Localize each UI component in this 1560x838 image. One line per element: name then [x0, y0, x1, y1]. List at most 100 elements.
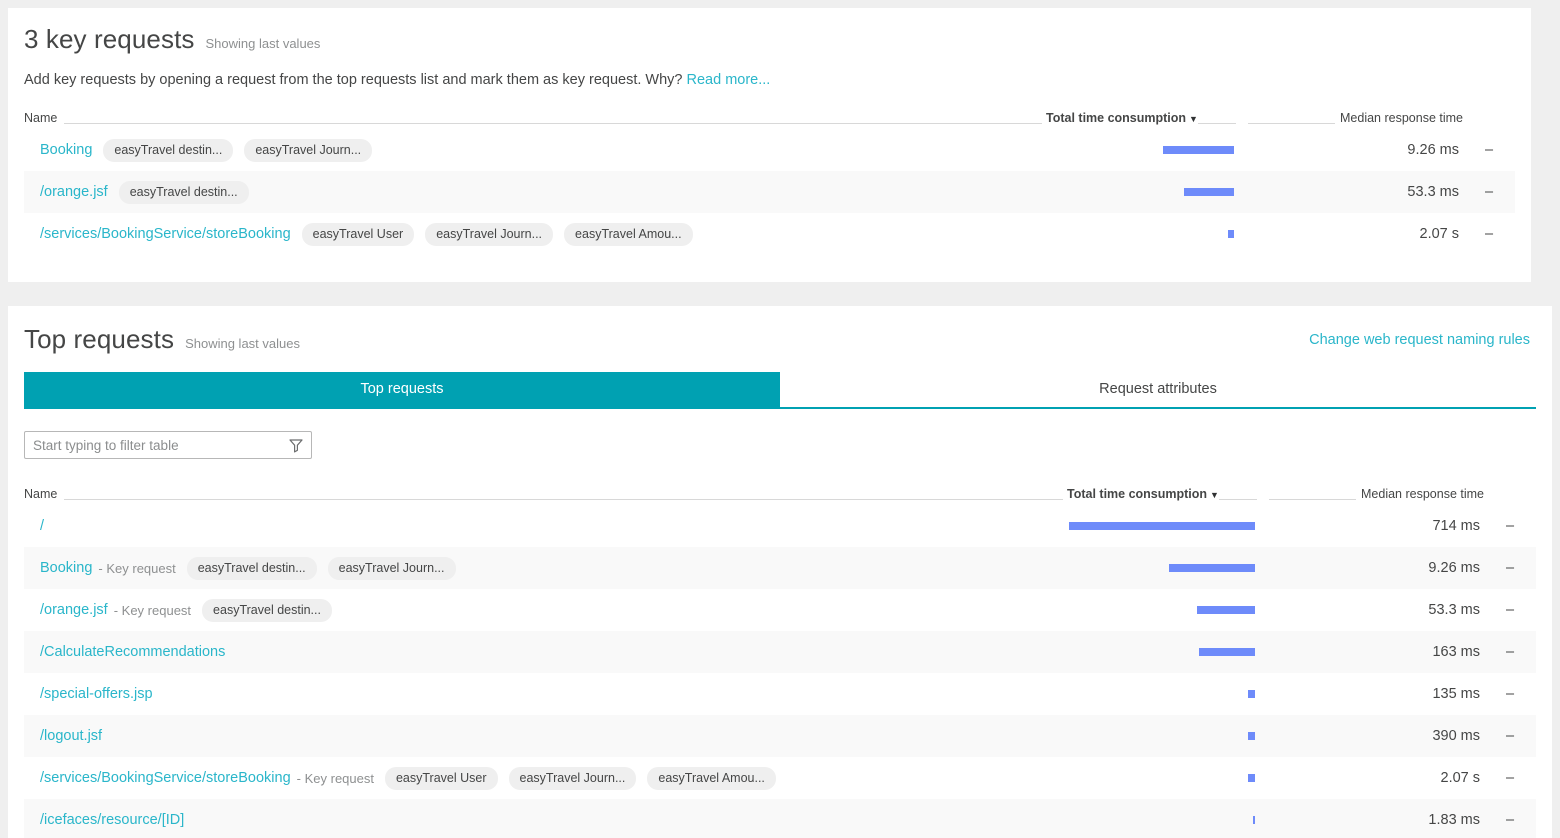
request-name-link[interactable]: /orange.jsf	[40, 184, 108, 200]
total-time-bar-track	[1046, 213, 1246, 255]
table-row[interactable]: /services/BookingService/storeBooking eas…	[24, 213, 1515, 255]
tab-request-attributes[interactable]: Request attributes	[780, 372, 1536, 409]
request-attribute-tag[interactable]: easyTravel User	[384, 766, 498, 790]
request-name-line: /logout.jsf	[40, 728, 1067, 744]
extra-value-cell: –	[1484, 142, 1494, 158]
top-requests-table-wrap: Name Total time consumption ▼ Median resp…	[8, 481, 1552, 838]
request-name-link[interactable]: Booking	[40, 560, 92, 576]
request-name-link[interactable]: /services/BookingService/storeBooking	[40, 226, 291, 242]
request-name-cell: /orange.jsf - Key request easyTravel desti…	[24, 589, 1067, 631]
total-time-bar	[1247, 690, 1255, 698]
col-header-name[interactable]: Name	[24, 105, 1046, 129]
request-name-cell: /	[24, 505, 1067, 547]
table-row[interactable]: /orange.jsf easyTravel destin... 53.3 ms –	[24, 171, 1515, 213]
table-row[interactable]: /services/BookingService/storeBooking - K…	[24, 757, 1536, 799]
request-name-line: Booking easyTravel destin... easyTravel Jo…	[40, 138, 1046, 162]
request-name-link[interactable]: /logout.jsf	[40, 728, 102, 744]
request-name-line: /icefaces/resource/[ID]	[40, 812, 1067, 828]
header-rule	[1269, 499, 1356, 500]
request-name-link[interactable]: /orange.jsf	[40, 602, 108, 618]
tab-top-requests[interactable]: Top requests	[24, 372, 780, 409]
table-row[interactable]: / 714 ms –	[24, 505, 1536, 547]
extra-value-cell: –	[1505, 602, 1515, 618]
filter-table-field[interactable]	[24, 431, 312, 459]
total-time-cell	[1046, 171, 1246, 213]
table-row[interactable]: /icefaces/resource/[ID] 1.83 ms –	[24, 799, 1536, 838]
request-name-line: Booking - Key request easyTravel destin...…	[40, 556, 1067, 580]
median-response-time-cell: 1.83 ms	[1428, 812, 1480, 828]
median-response-time-cell: 53.3 ms	[1407, 184, 1459, 200]
request-attribute-tag[interactable]: easyTravel Amou...	[647, 766, 776, 790]
col-header-median[interactable]: Median response time	[1267, 481, 1484, 505]
request-attribute-tag[interactable]: easyTravel destin...	[202, 598, 332, 622]
request-attribute-tag[interactable]: easyTravel Journ...	[508, 766, 637, 790]
key-request-flag: - Key request	[98, 560, 176, 576]
filter-table-input[interactable]	[25, 432, 311, 458]
total-time-cell	[1067, 589, 1267, 631]
request-name-line: /CalculateRecommendations	[40, 644, 1067, 660]
key-requests-table: Name Total time consumption ▼ Median resp…	[24, 105, 1515, 255]
median-response-time-cell: 390 ms	[1432, 728, 1480, 744]
col-header-median[interactable]: Median response time	[1246, 105, 1463, 129]
page-root: 3 key requests Showing last values Add k…	[0, 0, 1560, 838]
request-attribute-tag[interactable]: easyTravel Journ...	[327, 556, 456, 580]
total-time-bar	[1247, 732, 1255, 740]
request-attribute-tag[interactable]: easyTravel Journ...	[244, 138, 373, 162]
total-time-cell	[1046, 213, 1246, 255]
request-name-link[interactable]: /CalculateRecommendations	[40, 644, 225, 660]
request-attribute-tag[interactable]: easyTravel Amou...	[564, 222, 693, 246]
key-requests-header: 3 key requests Showing last values	[8, 8, 1531, 55]
extra-value-cell: –	[1505, 728, 1515, 744]
total-time-bar-track	[1067, 799, 1267, 838]
request-name-link[interactable]: Booking	[40, 142, 92, 158]
extra-value-cell: –	[1505, 686, 1515, 702]
total-time-bar	[1069, 522, 1255, 530]
request-name-link[interactable]: /icefaces/resource/[ID]	[40, 812, 184, 828]
total-time-cell	[1067, 715, 1267, 757]
total-time-bar-track	[1067, 547, 1267, 589]
request-attribute-tag[interactable]: easyTravel User	[301, 222, 415, 246]
request-name-link[interactable]: /services/BookingService/storeBooking	[40, 770, 291, 786]
request-attribute-tag[interactable]: easyTravel Journ...	[425, 222, 554, 246]
request-attribute-tag[interactable]: easyTravel destin...	[103, 138, 234, 162]
total-time-bar	[1247, 774, 1255, 782]
key-requests-description: Add key requests by opening a request fr…	[8, 72, 1531, 88]
total-time-bar-track	[1067, 757, 1267, 799]
request-name-link[interactable]: /special-offers.jsp	[40, 686, 153, 702]
request-name-link[interactable]: /	[40, 518, 44, 534]
sort-caret-icon: ▼	[1189, 114, 1198, 124]
total-time-cell	[1067, 799, 1267, 838]
request-name-line: /services/BookingService/storeBooking eas…	[40, 222, 1046, 246]
table-row[interactable]: /special-offers.jsp 135 ms –	[24, 673, 1536, 715]
table-row[interactable]: /orange.jsf - Key request easyTravel desti…	[24, 589, 1536, 631]
funnel-icon[interactable]	[289, 438, 303, 458]
request-name-cell: /special-offers.jsp	[24, 673, 1067, 715]
col-header-total-time[interactable]: Total time consumption ▼	[1067, 481, 1267, 505]
table-row[interactable]: Booking easyTravel destin... easyTravel Jo…	[24, 129, 1515, 171]
change-naming-rules-link[interactable]: Change web request naming rules	[1309, 332, 1530, 348]
extra-value-cell: –	[1505, 770, 1515, 786]
table-row[interactable]: /logout.jsf 390 ms –	[24, 715, 1536, 757]
total-time-bar-track	[1067, 631, 1267, 673]
median-response-time-cell: 9.26 ms	[1407, 142, 1459, 158]
read-more-link[interactable]: Read more...	[687, 72, 771, 88]
request-name-cell: /icefaces/resource/[ID]	[24, 799, 1067, 838]
median-response-time-cell: 714 ms	[1432, 518, 1480, 534]
header-rule	[1248, 123, 1335, 124]
request-name-cell: Booking - Key request easyTravel destin...…	[24, 547, 1067, 589]
extra-value-cell: –	[1505, 812, 1515, 828]
total-time-bar	[1228, 230, 1234, 238]
key-requests-header-row: Name Total time consumption ▼ Median resp…	[24, 105, 1515, 129]
top-requests-rows: / 714 ms – Booking - Key request easyTravel d…	[24, 505, 1536, 838]
request-attribute-tag[interactable]: easyTravel destin...	[186, 556, 317, 580]
total-time-bar-track	[1067, 589, 1267, 631]
table-row[interactable]: /CalculateRecommendations 163 ms –	[24, 631, 1536, 673]
sort-caret-icon: ▼	[1210, 490, 1219, 500]
top-requests-card: Top requests Showing last values Change …	[8, 306, 1552, 838]
table-row[interactable]: Booking - Key request easyTravel destin...…	[24, 547, 1536, 589]
col-header-total-time[interactable]: Total time consumption ▼	[1046, 105, 1246, 129]
top-requests-subtitle: Showing last values	[185, 336, 300, 351]
total-time-cell	[1067, 547, 1267, 589]
col-header-name[interactable]: Name	[24, 481, 1067, 505]
request-attribute-tag[interactable]: easyTravel destin...	[118, 180, 249, 204]
